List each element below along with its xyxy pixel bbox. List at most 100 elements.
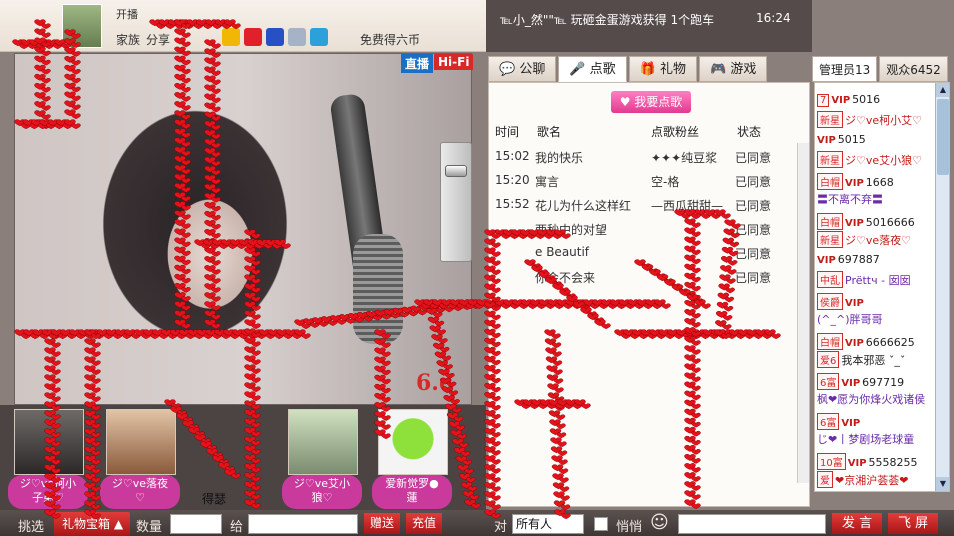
list-item[interactable]: じ❤丨梦剧场老球童 xyxy=(817,431,935,451)
tab-admins[interactable]: 管理员13 xyxy=(812,56,878,82)
star-icon[interactable] xyxy=(222,28,240,46)
list-item[interactable]: 白帽 VIP 5016666 xyxy=(817,213,935,233)
quantity-input[interactable] xyxy=(170,514,222,534)
user-card[interactable] xyxy=(288,409,358,475)
list-item[interactable]: VIP 5015 xyxy=(817,133,935,153)
target-select[interactable]: 所有人 xyxy=(512,514,584,534)
family-link[interactable]: 家族 xyxy=(116,31,140,48)
song-status: 已同意 xyxy=(735,175,772,189)
ticker-bar: ℡小_然""℡ 玩砸金蛋游戏获得 1个跑车 16:24 xyxy=(486,0,812,52)
list-item[interactable]: 〓不离不弃〓 xyxy=(817,191,935,211)
song-status: 已同意 xyxy=(735,151,772,165)
list-item[interactable]: 7 VIP 5016 xyxy=(817,93,935,113)
rank-badge: 10富 xyxy=(817,453,846,470)
scroll-up-icon[interactable]: ▲ xyxy=(936,83,949,97)
list-item[interactable]: (^_^)胖哥哥 xyxy=(817,311,935,331)
user-card[interactable] xyxy=(378,409,448,475)
top-bar: 开播 家族 分享 免费得六币 xyxy=(0,0,486,52)
chat-input[interactable] xyxy=(678,514,826,534)
song-status: 已同意 xyxy=(735,247,772,261)
list-item[interactable]: 中乱 Prëttч - 囡囡 xyxy=(817,271,935,291)
list-item[interactable]: 新星 ジ♡ve艾小狼♡ xyxy=(817,151,935,171)
user-card-label[interactable]: ジ♡ve落夜 ♡ xyxy=(100,475,180,509)
list-item[interactable]: 爱 ❤京湘沪荟荟❤ xyxy=(817,471,935,491)
recharge-button[interactable]: 充值 xyxy=(406,513,443,534)
free-coin-link[interactable]: 免费得六币 xyxy=(360,31,420,48)
tab-public-chat[interactable]: 💬 公聊 xyxy=(488,56,557,82)
request-song-label: 我要点歌 xyxy=(634,95,683,109)
p-icon[interactable] xyxy=(310,28,328,46)
fly-screen-button[interactable]: 飞 屏 xyxy=(888,513,939,534)
chevron-up-icon: ▲ xyxy=(113,517,124,531)
heart-mark xyxy=(476,299,488,307)
ticker-time: 16:24 xyxy=(756,11,791,25)
share-link[interactable]: 分享 xyxy=(146,31,170,48)
user-name: 我本邪恶 ˇ_ˇ xyxy=(841,354,906,367)
rank-badge: 爱6 xyxy=(817,351,840,368)
anchor-avatar[interactable] xyxy=(62,4,102,48)
list-item[interactable]: 新星 ジ♡ve柯小艾♡ xyxy=(817,111,935,131)
emoji-icon[interactable]: ☺ xyxy=(650,512,669,533)
user-card-label[interactable]: ジ♡ve艾小 狼♡ xyxy=(282,475,362,509)
rank-badge: 爱 xyxy=(817,471,833,488)
tab-gift[interactable]: 🎁 礼物 xyxy=(628,56,698,82)
user-card-label[interactable]: 爱新觉罗● 蓮 xyxy=(372,475,452,509)
song-scrollbar[interactable] xyxy=(797,143,809,483)
to-label: 对 xyxy=(494,520,508,535)
medal-icon[interactable] xyxy=(288,28,306,46)
list-item[interactable]: 爱6 我本邪恶 ˇ_ˇ xyxy=(817,351,935,371)
scroll-thumb[interactable] xyxy=(937,99,949,175)
song-fan[interactable]: ✦✦✦纯豆浆 xyxy=(651,149,717,166)
user-card-label[interactable]: ジ♡ve柯小 子弟♡ xyxy=(8,475,88,509)
user-card[interactable] xyxy=(106,409,176,475)
heart-mark xyxy=(471,303,481,310)
hifi-badge[interactable]: Hi-Fi xyxy=(434,54,474,70)
list-item[interactable]: 6富 VIP xyxy=(817,413,935,433)
list-item[interactable]: 6富 VIP 697719 xyxy=(817,373,935,393)
song-name: 两秒中的对望 xyxy=(535,223,608,237)
vip-badge: VIP xyxy=(831,95,851,106)
user-name: 枫❤愿为你烽火戏诸侯 xyxy=(817,393,926,406)
rank-badge: 白帽 xyxy=(817,213,843,230)
scroll-down-icon[interactable]: ▼ xyxy=(936,477,949,491)
song-time: 15:52 xyxy=(495,197,530,211)
whisper-checkbox[interactable] xyxy=(594,517,608,531)
user-card[interactable] xyxy=(14,409,84,475)
heart-mark xyxy=(474,303,485,310)
user-name: (^_^)胖哥哥 xyxy=(817,313,883,326)
paw-icon[interactable] xyxy=(266,28,284,46)
song-name: e Beautif xyxy=(535,245,590,259)
volume-slider[interactable] xyxy=(440,142,472,262)
flag-icon[interactable] xyxy=(244,28,262,46)
vip-badge: VIP xyxy=(845,178,864,189)
tab-audience[interactable]: 观众6452 xyxy=(879,56,948,82)
tab-label: 礼物 xyxy=(660,62,687,77)
tab-song-request[interactable]: 🎤 点歌 xyxy=(558,56,627,82)
video-stream[interactable] xyxy=(14,53,472,405)
user-name: 5016666 xyxy=(865,216,915,229)
list-item[interactable]: 新星 ジ♡ve落夜♡ xyxy=(817,231,935,251)
list-item[interactable]: 10富 VIP 5558255 xyxy=(817,453,935,473)
user-list-scrollbar[interactable]: ▲ ▼ xyxy=(935,83,949,491)
request-song-button[interactable]: ♥ 我要点歌 xyxy=(611,91,691,113)
send-message-button[interactable]: 发 言 xyxy=(832,513,883,534)
user-name: Prëttч - 囡囡 xyxy=(845,274,911,287)
song-fan[interactable]: 空-格 xyxy=(651,173,679,190)
song-name: 你会不会来 xyxy=(535,271,596,285)
recipient-input[interactable] xyxy=(248,514,358,534)
user-name: ジ♡ve柯小艾♡ xyxy=(845,114,922,127)
list-item[interactable]: 白帽 VIP 6666625 xyxy=(817,333,935,353)
site-logo: 6.c xyxy=(416,370,453,396)
song-fan[interactable]: —西瓜甜甜— xyxy=(651,197,723,214)
volume-knob[interactable] xyxy=(445,165,467,177)
user-name: 697719 xyxy=(862,376,905,389)
gift-box-button[interactable]: 礼物宝箱 ▲ xyxy=(54,512,130,536)
vip-badge: VIP xyxy=(845,218,864,229)
whisper-label: 悄悄 xyxy=(616,520,643,535)
list-item[interactable]: 白帽 VIP 1668 xyxy=(817,173,935,193)
list-item[interactable]: 枫❤愿为你烽火戏诸侯 xyxy=(817,391,935,411)
tab-game[interactable]: 🎮 游戏 xyxy=(699,56,768,82)
list-item[interactable]: VIP 697887 xyxy=(817,253,935,273)
send-gift-button[interactable]: 赠送 xyxy=(364,513,401,534)
list-item[interactable]: 侯爵 VIP xyxy=(817,293,935,313)
